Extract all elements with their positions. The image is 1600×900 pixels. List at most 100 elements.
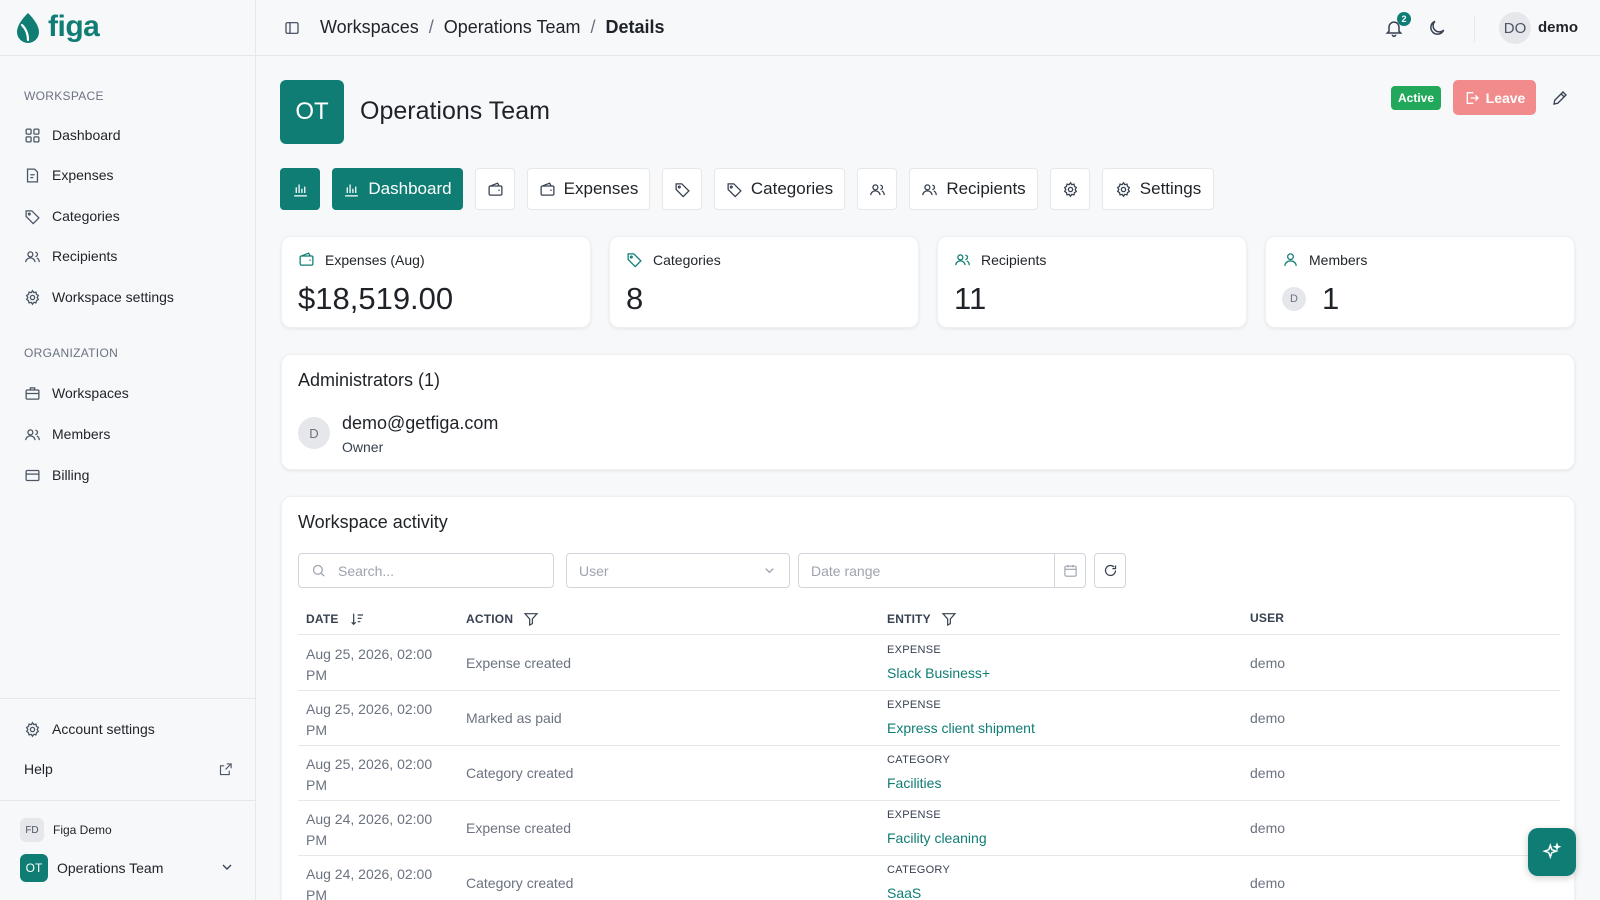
sidebar-item-recipients[interactable]: Recipients xyxy=(24,246,117,266)
sidebar-item-label: Workspace settings xyxy=(52,289,174,305)
row-action: Category created xyxy=(466,765,574,781)
column-date-label: DATE xyxy=(306,612,339,626)
column-entity[interactable]: ENTITY xyxy=(887,611,957,627)
column-date[interactable]: DATE xyxy=(306,611,365,627)
users-icon xyxy=(25,250,40,262)
calendar-button[interactable] xyxy=(1054,554,1086,587)
sidebar-item-expenses[interactable]: Expenses xyxy=(24,165,113,185)
row-user: demo xyxy=(1250,875,1286,891)
table-row[interactable]: Aug 25, 2026, 02:00 PM Marked as paid EX… xyxy=(298,691,1560,746)
tab-dashboard[interactable]: Dashboard xyxy=(332,168,463,210)
chevron-down-icon[interactable] xyxy=(219,859,235,875)
date-range-placeholder: Date range xyxy=(811,562,881,579)
tab-expenses[interactable]: Expenses xyxy=(527,168,650,210)
workspace-avatar-large: OT xyxy=(280,80,344,144)
stat-label: Members xyxy=(1282,251,1367,268)
leave-button[interactable]: Leave xyxy=(1453,80,1536,115)
tab-label: Settings xyxy=(1139,179,1202,198)
search-icon xyxy=(312,564,325,577)
table-row[interactable]: Aug 24, 2026, 02:00 PM Expense created E… xyxy=(298,801,1560,856)
refresh-icon xyxy=(1104,564,1116,577)
stat-card-categories: Categories 8 xyxy=(609,236,919,328)
filter-icon[interactable] xyxy=(941,611,957,627)
sidebar-item-dashboard[interactable]: Dashboard xyxy=(24,125,121,145)
breadcrumb-workspaces[interactable]: Workspaces xyxy=(320,17,419,38)
sidebar-item-workspace-settings[interactable]: Workspace settings xyxy=(24,287,174,307)
tab-settings-icon[interactable] xyxy=(1050,168,1090,210)
receipt-icon xyxy=(26,167,39,183)
stat-label-text: Expenses (Aug) xyxy=(325,251,425,268)
column-action[interactable]: ACTION xyxy=(466,611,539,627)
stat-card-expenses: Expenses (Aug) $18,519.00 xyxy=(281,236,591,328)
external-link-icon xyxy=(219,763,232,776)
sidebar-item-members[interactable]: Members xyxy=(24,424,110,444)
breadcrumb-separator: / xyxy=(590,17,596,37)
sidebar-item-billing[interactable]: Billing xyxy=(24,465,89,485)
stat-value: 11 xyxy=(954,281,987,316)
app-logo[interactable]: figa xyxy=(14,10,100,44)
sidebar-item-workspaces[interactable]: Workspaces xyxy=(24,383,129,403)
tab-categories-icon[interactable] xyxy=(662,168,702,210)
sidebar-divider xyxy=(0,698,256,699)
user-avatar[interactable]: DO xyxy=(1499,12,1531,44)
table-header: DATE ACTION ENTITY USER xyxy=(298,607,1560,635)
org-avatar: FD xyxy=(20,818,44,842)
sidebar-item-label: Help xyxy=(24,761,53,777)
filter-icon[interactable] xyxy=(523,611,539,627)
search-input[interactable]: Search... xyxy=(298,553,554,588)
row-user: demo xyxy=(1250,655,1286,671)
row-date: Aug 24, 2026, 02:00 PM xyxy=(306,811,433,848)
gear-icon xyxy=(1063,181,1077,197)
refresh-button[interactable] xyxy=(1094,553,1126,588)
table-row[interactable]: Aug 24, 2026, 02:00 PM Category created … xyxy=(298,856,1560,900)
sidebar-item-label: Expenses xyxy=(52,167,114,183)
ai-assistant-button[interactable] xyxy=(1528,828,1576,876)
stat-value: $18,519.00 xyxy=(298,281,454,316)
sidebar-toggle-icon[interactable] xyxy=(284,20,300,36)
tab-expenses-icon[interactable] xyxy=(475,168,515,210)
breadcrumb-workspace[interactable]: Operations Team xyxy=(444,17,581,38)
sidebar-item-help[interactable]: Help xyxy=(24,759,53,779)
sidebar-item-categories[interactable]: Categories xyxy=(24,206,120,226)
workspace-activity-card: Workspace activity Search... User Date r… xyxy=(281,496,1575,900)
row-entity-link[interactable]: Slack Business+ xyxy=(887,665,990,681)
sort-desc-icon[interactable] xyxy=(349,611,365,627)
user-select[interactable]: User xyxy=(566,553,790,588)
gear-icon xyxy=(1116,181,1130,197)
sidebar-item-label: Dashboard xyxy=(52,127,121,143)
tab-dashboard-icon[interactable] xyxy=(280,168,320,210)
row-entity-link[interactable]: Facility cleaning xyxy=(887,830,987,846)
sidebar-item-account-settings[interactable]: Account settings xyxy=(24,719,155,739)
row-user: demo xyxy=(1250,820,1286,836)
administrators-card: Administrators (1) D demo@getfiga.com Ow… xyxy=(281,354,1575,470)
moon-icon[interactable] xyxy=(1427,18,1447,38)
row-entity-link[interactable]: Facilities xyxy=(887,775,941,791)
date-range-input[interactable]: Date range xyxy=(798,553,1086,588)
gear-icon xyxy=(25,721,40,737)
row-entity-link[interactable]: SaaS xyxy=(887,885,921,900)
workspace-avatar: OT xyxy=(20,854,48,882)
user-name[interactable]: demo xyxy=(1538,19,1578,36)
pencil-icon[interactable] xyxy=(1551,89,1569,107)
row-entity-type: CATEGORY xyxy=(887,754,951,766)
tab-recipients[interactable]: Recipients xyxy=(909,168,1038,210)
notification-badge: 2 xyxy=(1397,12,1411,26)
tab-label: Dashboard xyxy=(368,179,452,198)
tag-icon xyxy=(25,209,40,224)
tab-settings[interactable]: Settings xyxy=(1102,168,1214,210)
table-row[interactable]: Aug 25, 2026, 02:00 PM Category created … xyxy=(298,746,1560,801)
admin-email: demo@getfiga.com xyxy=(342,413,499,433)
row-entity-link[interactable]: Express client shipment xyxy=(887,720,1035,736)
tab-categories[interactable]: Categories xyxy=(714,168,845,210)
stat-label-text: Categories xyxy=(653,251,721,268)
sparkle-icon xyxy=(1542,842,1562,860)
leave-label: Leave xyxy=(1485,89,1526,106)
tab-recipients-icon[interactable] xyxy=(857,168,897,210)
row-date: Aug 25, 2026, 02:00 PM xyxy=(306,646,433,683)
row-action: Expense created xyxy=(466,655,572,671)
table-row[interactable]: Aug 25, 2026, 02:00 PM Expense created E… xyxy=(298,636,1560,691)
workspace-switcher[interactable]: OT Operations Team xyxy=(20,854,163,882)
page-title: Operations Team xyxy=(360,97,550,125)
row-date: Aug 25, 2026, 02:00 PM xyxy=(306,701,433,738)
org-switcher[interactable]: FD Figa Demo xyxy=(20,818,112,842)
